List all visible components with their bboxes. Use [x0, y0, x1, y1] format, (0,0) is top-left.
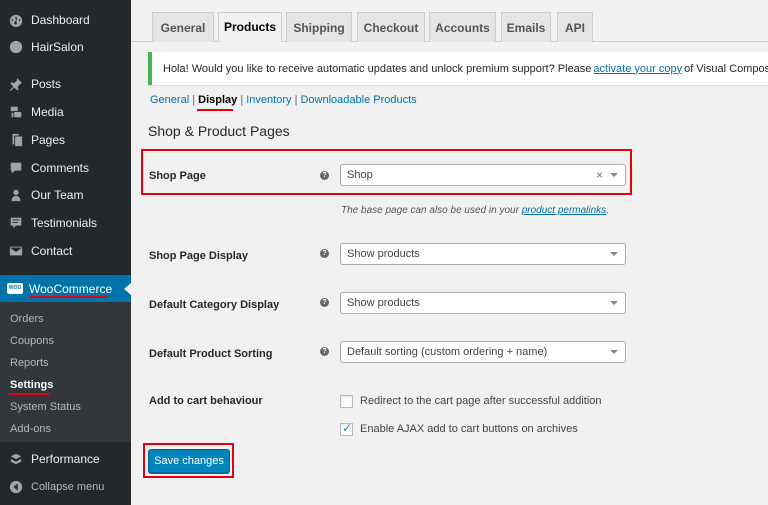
media-icon [8, 104, 24, 120]
testimonials-icon [8, 215, 24, 231]
checkmark-icon: ✓ [342, 421, 353, 435]
help-icon[interactable]: ? [320, 347, 329, 356]
pin-icon [8, 76, 24, 92]
select-value: Shop [347, 169, 373, 181]
section-link-general[interactable]: General [150, 94, 189, 106]
pages-icon [8, 132, 24, 148]
default-category-display-select[interactable]: Show products [340, 292, 626, 314]
update-notice: Hola! Would you like to receive automati… [148, 52, 768, 85]
shop-page-select[interactable]: Shop × [340, 164, 626, 186]
menu-item-label: Dashboard [31, 13, 90, 27]
tab-products[interactable]: Products [218, 12, 282, 42]
help-icon[interactable]: ? [320, 249, 329, 258]
current-menu-arrow [124, 283, 131, 295]
menu-item-label: Performance [31, 452, 100, 466]
chevron-down-icon [610, 301, 618, 305]
collapse-menu-label: Collapse menu [31, 481, 105, 493]
notice-text: Hola! Would you like to receive automati… [163, 62, 592, 75]
menu-item-label: Comments [31, 161, 90, 175]
add-to-cart-behaviour-label: Add to cart behaviour [149, 395, 263, 407]
mail-icon [8, 243, 24, 259]
menu-item-hairsalon[interactable]: HairSalon [0, 33, 131, 61]
display-link-highlight-underline [197, 109, 233, 111]
section-link-display[interactable]: Display [198, 94, 237, 106]
help-icon[interactable]: ? [320, 171, 329, 180]
woocommerce-icon: WOO [7, 283, 23, 294]
tab-accounts[interactable]: Accounts [429, 12, 496, 42]
menu-item-dashboard[interactable]: Dashboard [0, 6, 131, 34]
shop-page-display-select[interactable]: Show products [340, 243, 626, 265]
menu-item-testimonials[interactable]: Testimonials [0, 209, 131, 237]
default-product-sorting-label: Default Product Sorting [149, 348, 273, 360]
woocommerce-highlight-underline [30, 296, 108, 298]
menu-item-media[interactable]: Media [0, 98, 131, 126]
section-links: General | Display | Inventory | Download… [150, 94, 417, 106]
menu-item-pages[interactable]: Pages [0, 126, 131, 154]
redirect-to-cart-label[interactable]: Redirect to the cart page after successf… [360, 395, 602, 407]
settings-highlight-underline [9, 393, 50, 395]
dashboard-icon [8, 12, 24, 28]
description-text: The base page can also be used in your [341, 205, 522, 216]
menu-item-comments[interactable]: Comments [0, 154, 131, 182]
description-text-end: . [606, 205, 609, 216]
menu-item-contact[interactable]: Contact [0, 237, 131, 265]
redirect-to-cart-checkbox[interactable] [340, 395, 353, 408]
menu-item-posts[interactable]: Posts [0, 70, 131, 98]
tab-checkout[interactable]: Checkout [357, 12, 425, 42]
submenu-item-orders[interactable]: Orders [10, 313, 44, 325]
menu-item-our-team[interactable]: Our Team [0, 181, 131, 209]
shop-page-label: Shop Page [149, 170, 206, 182]
enable-ajax-checkbox[interactable]: ✓ [340, 421, 353, 436]
submenu-item-settings[interactable]: Settings [10, 379, 53, 391]
collapse-menu-button[interactable]: Collapse menu [0, 473, 131, 501]
shop-page-description: The base page can also be used in your p… [341, 205, 609, 216]
menu-item-label: WooCommerce [29, 281, 113, 296]
shop-page-display-label: Shop Page Display [149, 250, 249, 262]
product-permalinks-link[interactable]: product permalinks [522, 205, 606, 216]
select-value: Show products [347, 248, 420, 260]
tab-emails[interactable]: Emails [501, 12, 551, 42]
activate-link[interactable]: activate your copy [593, 63, 682, 75]
select-value: Show products [347, 297, 420, 309]
submenu-item-add-ons[interactable]: Add-ons [10, 423, 51, 435]
chevron-down-icon [610, 252, 618, 256]
help-icon[interactable]: ? [320, 298, 329, 307]
theme-icon [8, 39, 24, 55]
save-changes-button[interactable]: Save changes [148, 449, 230, 473]
tab-shipping[interactable]: Shipping [286, 12, 352, 42]
menu-item-label: Media [31, 105, 64, 119]
submenu-item-coupons[interactable]: Coupons [10, 335, 54, 347]
menu-item-label: HairSalon [31, 40, 84, 54]
submenu-item-reports[interactable]: Reports [10, 357, 49, 369]
woocommerce-submenu: Orders Coupons Reports Settings System S… [0, 302, 131, 442]
default-product-sorting-select[interactable]: Default sorting (custom ordering + name) [340, 341, 626, 363]
notice-text-end: of Visual Composer. [684, 62, 768, 75]
menu-item-performance[interactable]: Performance [0, 445, 131, 473]
chevron-down-icon [610, 173, 618, 177]
menu-item-label: Contact [31, 244, 73, 258]
select-value: Default sorting (custom ordering + name) [347, 346, 548, 358]
chevron-down-icon [610, 350, 618, 354]
submenu-item-system-status[interactable]: System Status [10, 401, 81, 413]
collapse-icon [8, 479, 24, 495]
section-link-inventory[interactable]: Inventory [246, 94, 291, 106]
performance-icon [8, 451, 24, 467]
enable-ajax-label[interactable]: Enable AJAX add to cart buttons on archi… [360, 423, 578, 435]
section-title: Shop & Product Pages [148, 123, 290, 139]
menu-item-label: Posts [31, 77, 62, 91]
menu-item-label: Our Team [31, 188, 84, 202]
tab-general[interactable]: General [152, 12, 214, 42]
default-category-display-label: Default Category Display [149, 299, 280, 311]
admin-sidebar: Dashboard HairSalon Posts Media Pages Co… [0, 0, 131, 505]
clear-icon[interactable]: × [596, 168, 603, 182]
comment-icon [8, 160, 24, 176]
section-link-downloadable-products[interactable]: Downloadable Products [300, 94, 416, 106]
tab-api[interactable]: API [557, 12, 593, 42]
menu-item-label: Testimonials [31, 216, 98, 230]
users-icon [8, 187, 24, 203]
menu-item-label: Pages [31, 133, 66, 147]
